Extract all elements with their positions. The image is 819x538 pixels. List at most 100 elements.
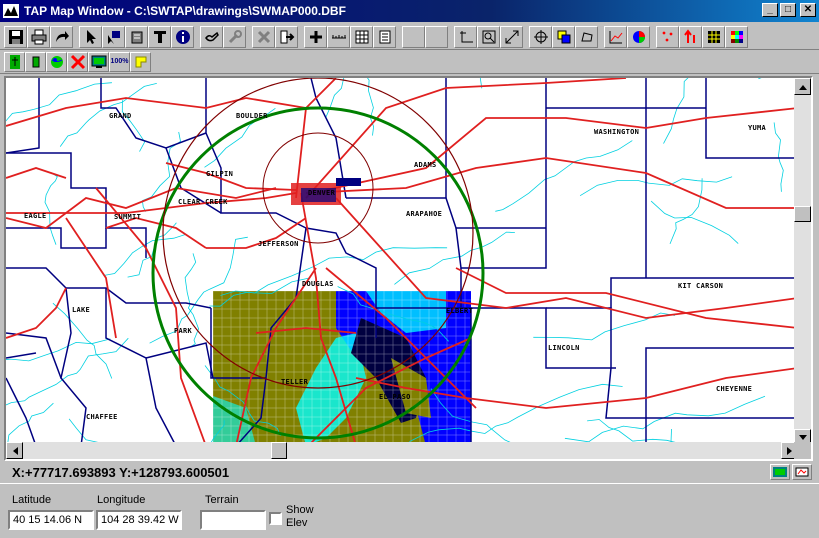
scroll-up-button[interactable] xyxy=(794,78,811,95)
axis-button[interactable] xyxy=(454,25,477,48)
latitude-field[interactable]: 40 15 14.06 N xyxy=(8,510,94,530)
delete-button[interactable] xyxy=(252,25,275,48)
horizontal-scrollbar[interactable] xyxy=(6,442,798,459)
arrows-button[interactable] xyxy=(679,25,702,48)
ruler-icon xyxy=(331,34,346,38)
display-button[interactable] xyxy=(88,51,109,72)
map-view-button[interactable] xyxy=(770,464,790,480)
export-button[interactable] xyxy=(275,25,298,48)
tools-button[interactable] xyxy=(223,25,246,48)
terrain-field[interactable] xyxy=(200,510,266,530)
right-arrow-icon xyxy=(786,446,792,455)
app-icon xyxy=(3,4,19,18)
lasso-button[interactable] xyxy=(575,25,598,48)
secondary-toolbar: 100% xyxy=(0,50,819,74)
hand-icon xyxy=(204,31,219,41)
map-small-button[interactable] xyxy=(25,51,46,72)
print-icon xyxy=(31,29,46,44)
down-arrow-icon xyxy=(798,434,807,440)
zoom-box-button[interactable] xyxy=(477,25,500,48)
zoom-out-icon xyxy=(505,30,518,43)
print-button[interactable] xyxy=(27,25,50,48)
map-view-icon xyxy=(773,467,787,477)
info-icon xyxy=(175,29,190,44)
chart-button[interactable] xyxy=(604,25,627,48)
show-elev-label-2: Elev xyxy=(286,517,308,529)
points-button[interactable] xyxy=(656,25,679,48)
blank-tool-2[interactable] xyxy=(425,25,448,48)
blank-tool-1[interactable] xyxy=(402,25,425,48)
longitude-field[interactable]: 104 28 39.42 W xyxy=(96,510,182,530)
center-button[interactable] xyxy=(529,25,552,48)
page-button[interactable] xyxy=(373,25,396,48)
maximize-button[interactable]: □ xyxy=(780,3,796,17)
map-svg[interactable]: GRAND BOULDER WASHINGTON YUMA GILPIN ADAMS DEN… xyxy=(6,78,798,446)
erase-button[interactable] xyxy=(125,25,148,48)
save-button[interactable] xyxy=(4,25,27,48)
county-label: LAKE xyxy=(72,306,90,314)
scroll-left-button[interactable] xyxy=(6,442,23,459)
horizontal-scroll-thumb[interactable] xyxy=(271,442,287,459)
arrow-icon xyxy=(86,29,96,44)
globe-button[interactable] xyxy=(46,51,67,72)
zoom-100-label: 100% xyxy=(110,58,129,65)
add-button[interactable] xyxy=(304,25,327,48)
zoom-out-button[interactable] xyxy=(500,25,523,48)
map-canvas[interactable]: GRAND BOULDER WASHINGTON YUMA GILPIN ADAMS DEN… xyxy=(6,78,798,446)
grid-button[interactable] xyxy=(350,25,373,48)
pie-icon xyxy=(632,30,645,43)
minimize-button[interactable]: _ xyxy=(762,3,778,17)
county-label: WASHINGTON xyxy=(594,128,639,136)
export-icon xyxy=(280,30,294,43)
print-view-button[interactable] xyxy=(792,464,812,480)
latitude-label: Latitude xyxy=(12,494,52,506)
show-elev-checkbox[interactable] xyxy=(269,512,282,525)
county-label: ADAMS xyxy=(414,161,437,169)
county-label: EL PASO xyxy=(379,393,411,401)
vertical-scrollbar[interactable] xyxy=(794,78,811,446)
terrain-label: Terrain xyxy=(205,494,239,506)
select-icon xyxy=(107,30,120,44)
page-icon xyxy=(379,30,390,43)
rotate-button[interactable] xyxy=(130,51,151,72)
county-label: BOULDER xyxy=(236,112,268,120)
map-green-button[interactable] xyxy=(4,51,25,72)
print-view-icon xyxy=(795,467,809,477)
title-bar: TAP Map Window - C:\SWTAP\drawings\SWMAP… xyxy=(0,0,819,22)
up-arrow-icon xyxy=(798,84,807,90)
county-label: DENVER xyxy=(308,189,336,197)
info-button[interactable] xyxy=(171,25,194,48)
county-label: CLEAR CREEK xyxy=(178,198,228,206)
layers-button[interactable] xyxy=(552,25,575,48)
scroll-corner xyxy=(794,442,811,459)
delete-icon xyxy=(257,30,270,43)
pie-button[interactable] xyxy=(627,25,650,48)
map-frame: GRAND BOULDER WASHINGTON YUMA GILPIN ADAMS DEN… xyxy=(4,76,813,461)
square-icon xyxy=(32,56,39,67)
pan-button[interactable] xyxy=(200,25,223,48)
select-button[interactable] xyxy=(102,25,125,48)
target-icon xyxy=(533,29,548,44)
cancel-button[interactable] xyxy=(67,51,88,72)
county-label: LINCOLN xyxy=(548,344,580,352)
color-grid-button[interactable] xyxy=(725,25,748,48)
close-button[interactable]: ✕ xyxy=(800,3,816,17)
redo-icon xyxy=(55,30,69,42)
vertical-scroll-thumb[interactable] xyxy=(794,206,811,222)
save-icon xyxy=(8,29,23,44)
palette-grid-button[interactable] xyxy=(702,25,725,48)
text-button[interactable] xyxy=(148,25,171,48)
zoom-100-button[interactable]: 100% xyxy=(109,51,130,72)
red-x-icon xyxy=(70,54,85,69)
color-grid-icon xyxy=(730,30,743,43)
zoom-box-icon xyxy=(482,30,495,43)
county-label: TELLER xyxy=(281,378,309,386)
ruler-button[interactable] xyxy=(327,25,350,48)
left-arrow-icon xyxy=(12,446,18,455)
pointer-button[interactable] xyxy=(79,25,102,48)
palette-grid-icon xyxy=(707,30,720,43)
redo-button[interactable] xyxy=(50,25,73,48)
show-elev-label-1: Show xyxy=(286,504,314,516)
county-label: YUMA xyxy=(748,124,767,132)
globe-icon xyxy=(50,55,63,68)
